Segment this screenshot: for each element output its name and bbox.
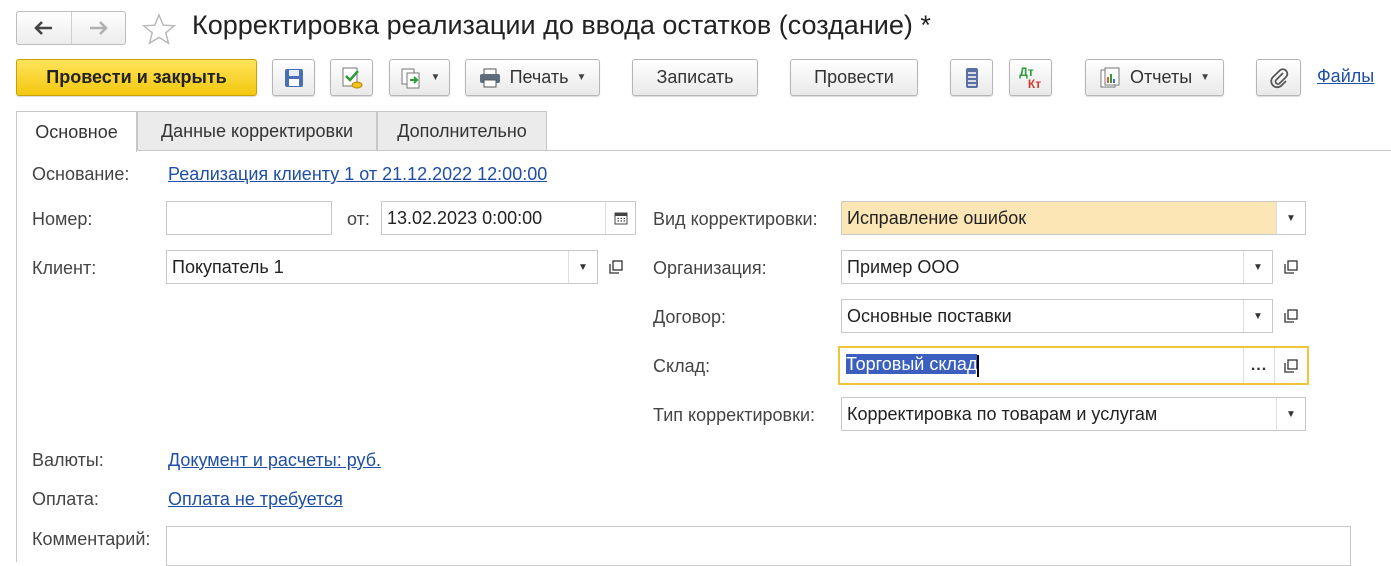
arrow-right-icon <box>90 21 109 35</box>
document-list-icon <box>965 67 978 88</box>
forward-button[interactable] <box>70 12 126 44</box>
currency-label: Валюты: <box>32 450 104 470</box>
date-field[interactable]: 13.02.2023 0:00:00 <box>381 201 636 235</box>
correction-type-value: Корректировка по товарам и услугам <box>847 403 1158 424</box>
post-and-close-button[interactable]: Провести и закрыть <box>16 59 257 96</box>
dt-kt-button[interactable]: Дт Кт <box>1009 59 1052 96</box>
chevron-down-icon: ▼ <box>1200 72 1211 83</box>
client-label: Клиент: <box>32 258 97 278</box>
contract-dropdown-button[interactable]: ▼ <box>1243 300 1272 332</box>
attach-files-button[interactable] <box>1256 59 1301 96</box>
open-window-icon <box>1284 260 1298 274</box>
reports-label: Отчеты <box>1129 67 1193 87</box>
client-open-button[interactable] <box>601 250 631 284</box>
correction-type-label: Тип корректировки: <box>653 405 816 425</box>
save-disk-button[interactable] <box>272 59 315 96</box>
warehouse-value-wrap: Торговый склад <box>840 354 1243 377</box>
tab-additional[interactable]: Дополнительно <box>377 111 547 151</box>
correction-type-field[interactable]: Корректировка по товарам и услугам ▼ <box>841 397 1306 431</box>
chevron-down-icon: ▼ <box>1253 261 1263 273</box>
contract-label: Договор: <box>653 307 726 327</box>
client-field[interactable]: Покупатель 1 ▼ <box>166 250 598 284</box>
page-title: Корректировка реализации до ввода остатк… <box>192 10 931 40</box>
create-based-on-button[interactable]: ▼ <box>389 59 450 96</box>
warehouse-label: Склад: <box>653 356 711 376</box>
warehouse-field[interactable]: Торговый склад ... <box>838 346 1309 385</box>
client-value: Покупатель 1 <box>172 256 284 277</box>
panel-border <box>16 150 17 562</box>
currency-link[interactable]: Документ и расчеты: руб. <box>168 450 381 471</box>
payment-label: Оплата: <box>32 489 99 509</box>
warehouse-select-button[interactable]: ... <box>1243 348 1274 383</box>
comment-label: Комментарий: <box>32 529 151 549</box>
calendar-icon <box>614 212 627 225</box>
favorite-button[interactable] <box>140 12 178 46</box>
open-window-icon <box>1284 309 1298 323</box>
contract-open-button[interactable] <box>1276 299 1306 333</box>
chevron-down-icon: ▼ <box>1253 310 1263 322</box>
correction-kind-label: Вид корректировки: <box>653 209 818 229</box>
post-button[interactable]: Провести <box>790 59 918 96</box>
printer-icon <box>479 68 500 87</box>
navigation-buttons <box>16 11 126 45</box>
reports-button[interactable]: Отчеты ▼ <box>1085 59 1224 96</box>
open-window-icon <box>1284 358 1298 373</box>
calendar-button[interactable] <box>605 202 635 234</box>
chevron-down-icon: ▼ <box>576 72 587 83</box>
text-cursor <box>977 354 980 377</box>
paperclip-icon <box>1269 67 1288 88</box>
correction-kind-dropdown-button[interactable]: ▼ <box>1276 202 1305 234</box>
chevron-down-icon: ▼ <box>430 72 441 83</box>
organization-value: Пример ООО <box>847 256 960 277</box>
chevron-down-icon: ▼ <box>1286 212 1296 224</box>
organization-dropdown-button[interactable]: ▼ <box>1243 251 1272 283</box>
kt-label: Кт <box>1027 76 1042 91</box>
organization-open-button[interactable] <box>1276 250 1306 284</box>
payment-link[interactable]: Оплата не требуется <box>168 489 343 510</box>
print-button[interactable]: Печать ▼ <box>465 59 600 96</box>
date-value: 13.02.2023 0:00:00 <box>387 207 543 228</box>
create-based-on-icon <box>401 68 420 88</box>
comment-field[interactable] <box>166 526 1351 566</box>
ellipsis-icon: ... <box>1250 356 1268 374</box>
chevron-down-icon: ▼ <box>578 261 588 273</box>
reports-icon <box>1100 67 1120 87</box>
structure-button[interactable] <box>950 59 993 96</box>
number-field[interactable] <box>166 201 332 235</box>
organization-field[interactable]: Пример ООО ▼ <box>841 250 1273 284</box>
number-label: Номер: <box>32 209 93 229</box>
post-document-button[interactable] <box>330 59 373 96</box>
correction-kind-field[interactable]: Исправление ошибок ▼ <box>841 201 1306 235</box>
dt-label: Дт <box>1019 64 1034 79</box>
files-link[interactable]: Файлы <box>1317 66 1374 87</box>
correction-kind-value: Исправление ошибок <box>847 207 1027 228</box>
open-window-icon <box>609 260 623 274</box>
back-button[interactable] <box>17 12 71 44</box>
star-icon <box>141 13 177 45</box>
floppy-disk-icon <box>284 68 303 87</box>
tab-main[interactable]: Основное <box>16 111 137 152</box>
post-document-icon <box>342 67 362 88</box>
arrow-left-icon <box>33 21 52 35</box>
tab-correction-data[interactable]: Данные корректировки <box>137 111 377 151</box>
date-label: от: <box>347 209 370 229</box>
warehouse-open-button[interactable] <box>1274 348 1307 383</box>
print-label: Печать <box>509 67 569 87</box>
basis-label: Основание: <box>32 164 130 184</box>
contract-value: Основные поставки <box>847 305 1012 326</box>
contract-field[interactable]: Основные поставки ▼ <box>841 299 1273 333</box>
tab-divider <box>16 150 1391 151</box>
save-button[interactable]: Записать <box>632 59 758 96</box>
organization-label: Организация: <box>653 258 767 278</box>
chevron-down-icon: ▼ <box>1286 408 1296 420</box>
basis-link[interactable]: Реализация клиенту 1 от 21.12.2022 12:00… <box>168 164 547 185</box>
correction-type-dropdown-button[interactable]: ▼ <box>1276 398 1305 430</box>
client-dropdown-button[interactable]: ▼ <box>568 251 597 283</box>
warehouse-value: Торговый склад <box>846 354 978 375</box>
